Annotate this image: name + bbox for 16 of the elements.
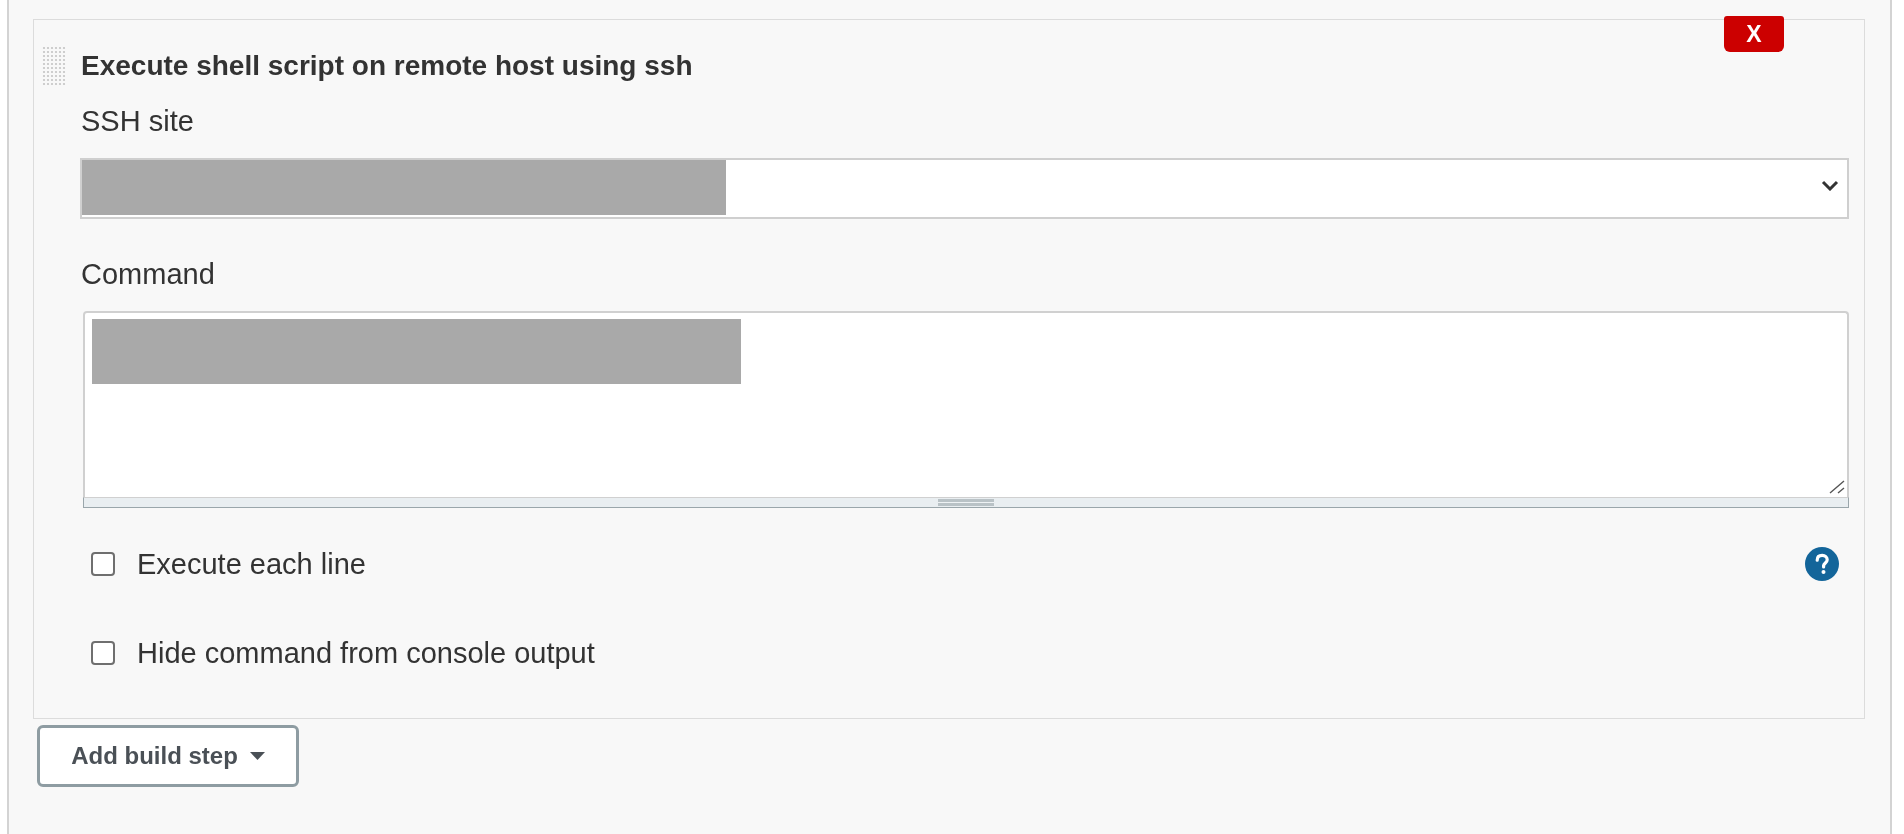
drag-handle-icon[interactable] [42, 45, 66, 86]
caret-down-icon [249, 752, 265, 760]
checkbox-label[interactable]: Execute each line [137, 547, 366, 581]
checkbox[interactable] [91, 641, 115, 665]
add-build-step-button[interactable]: Add build step [37, 725, 299, 787]
delete-button[interactable]: X [1724, 16, 1784, 52]
field-label: SSH site [81, 104, 194, 138]
resize-handle-icon[interactable] [938, 499, 994, 506]
step-title: Execute shell script on remote host using ssh [81, 48, 693, 83]
ssh-site-select[interactable] [80, 158, 1849, 219]
chevron-down-icon [1821, 180, 1839, 191]
field-label: Command [81, 257, 215, 291]
help-icon[interactable] [1805, 547, 1839, 581]
checkbox-label[interactable]: Hide command from console output [137, 636, 595, 670]
resize-grip-icon[interactable] [1829, 480, 1845, 494]
checkbox[interactable] [91, 552, 115, 576]
